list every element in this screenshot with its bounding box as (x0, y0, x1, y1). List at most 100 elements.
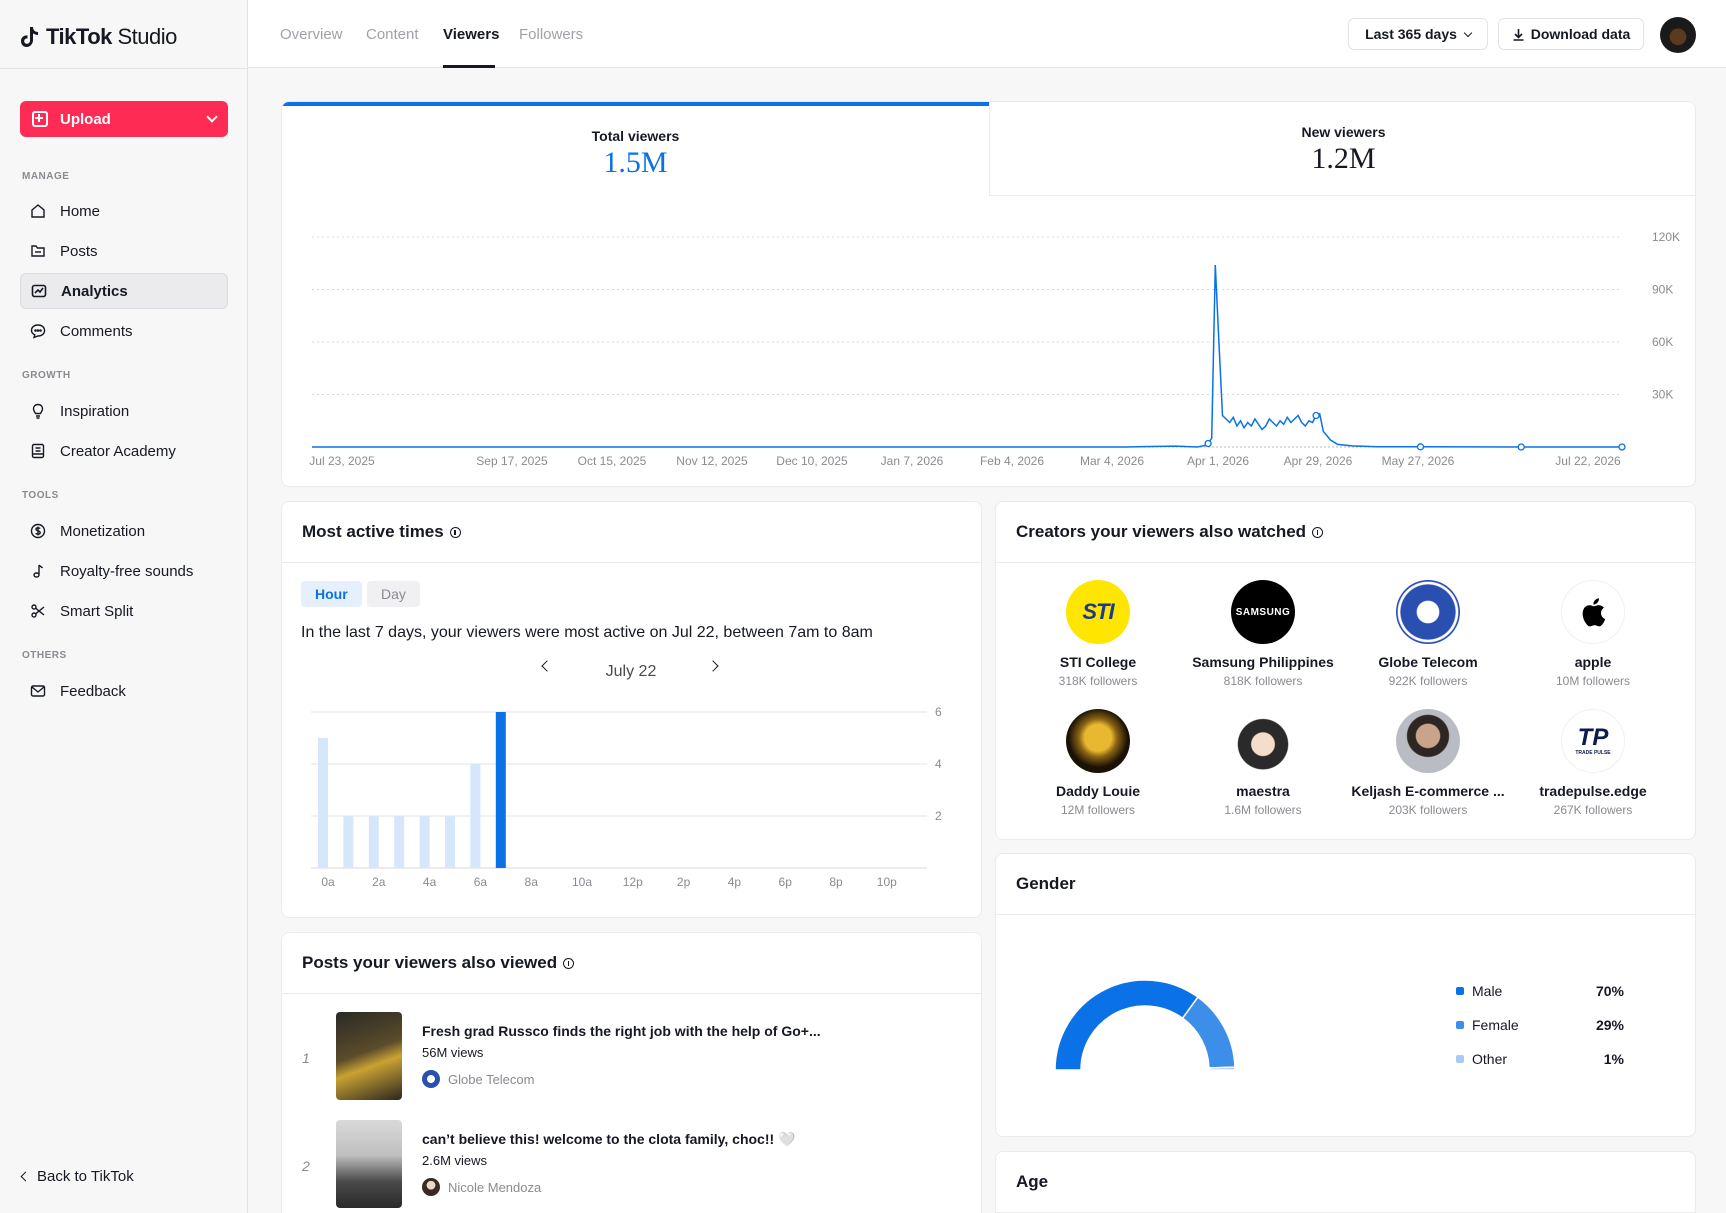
data-point (1416, 443, 1425, 451)
post-author[interactable]: Globe Telecom (448, 1072, 534, 1087)
creator-avatar[interactable]: SAMSUNG (1231, 580, 1295, 644)
upload-label: Upload (60, 110, 111, 128)
x-tick-label: 10a (572, 875, 592, 889)
author-avatar (422, 1178, 440, 1196)
back-to-tiktok-link[interactable]: Back to TikTok (20, 1168, 134, 1185)
info-icon[interactable] (1312, 526, 1324, 538)
total-viewers-label: Total viewers (591, 128, 680, 144)
creator-avatar[interactable]: STI (1066, 580, 1130, 644)
creator-followers: 922K followers (1388, 674, 1468, 688)
date-range-label: Last 365 days (1365, 26, 1457, 42)
back-label: Back to TikTok (37, 1168, 134, 1185)
creator-avatar[interactable] (1231, 709, 1295, 773)
bar (445, 816, 455, 868)
top-bar: Overview Content Viewers Followers Last … (248, 0, 1726, 68)
creator-followers: 10M followers (1555, 674, 1631, 688)
sidebar-item-label: Smart Split (60, 602, 134, 620)
sidebar-item-feedback[interactable]: Feedback (20, 673, 228, 709)
data-point (1204, 439, 1212, 448)
post-title: can’t believe this! welcome to the clota… (422, 1131, 796, 1147)
x-tick-label: 2p (677, 875, 691, 889)
posts-also-viewed-title: Posts your viewers also viewed (302, 953, 575, 973)
tab-followers[interactable]: Followers (519, 26, 583, 43)
creator-avatar[interactable] (1396, 709, 1460, 773)
most-active-times-title: Most active times (302, 522, 461, 542)
sidebar-item-smart-split[interactable]: Smart Split (20, 593, 228, 629)
x-tick-label: Dec 10, 2025 (776, 454, 848, 468)
creator-card[interactable]: Daddy Louie 12M followers (1018, 709, 1178, 817)
x-tick-label: Jul 23, 2025 (309, 454, 375, 468)
info-icon[interactable] (449, 526, 461, 538)
new-viewers-tab[interactable]: New viewers 1.2M (989, 102, 1695, 196)
list-item[interactable]: 1 Fresh grad Russco finds the right job … (280, 1012, 980, 1100)
comment-icon (30, 323, 46, 339)
bar (318, 738, 328, 868)
x-tick-label: 10p (877, 875, 897, 889)
x-tick-label: 8a (525, 875, 539, 889)
active-tab-indicator (443, 65, 495, 68)
avatar[interactable] (1660, 17, 1696, 53)
creator-card[interactable]: maestra 1.6M followers (1183, 709, 1343, 817)
creator-name: Daddy Louie (1055, 783, 1140, 799)
creator-avatar[interactable] (1066, 709, 1130, 773)
creator-avatar[interactable] (1561, 580, 1625, 644)
creator-avatar[interactable] (1396, 580, 1460, 644)
author-avatar (422, 1070, 440, 1088)
sidebar-item-analytics[interactable]: Analytics (20, 273, 228, 309)
legend-swatch (1456, 987, 1464, 995)
sidebar-item-label: Feedback (60, 682, 126, 700)
tab-viewers[interactable]: Viewers (443, 26, 499, 43)
day-pill[interactable]: Day (367, 581, 420, 607)
legend-item: Male 70% (1456, 983, 1624, 999)
sidebar-item-creator-academy[interactable]: Creator Academy (20, 433, 228, 469)
sidebar-item-home[interactable]: Home (20, 193, 228, 229)
creator-card[interactable]: TP TRADE PULSE tradepulse.edge 267K foll… (1513, 709, 1673, 817)
post-thumbnail[interactable] (336, 1120, 402, 1208)
list-item[interactable]: 2 can’t believe this! welcome to the clo… (280, 1120, 980, 1208)
sidebar-item-comments[interactable]: Comments (20, 313, 228, 349)
creator-card[interactable]: apple 10M followers (1513, 580, 1673, 688)
y-tick-label: 60K (1652, 335, 1673, 349)
card-divider (996, 562, 1695, 563)
total-viewers-tab[interactable]: Total viewers 1.5M (282, 102, 989, 194)
chevron-down-icon[interactable] (206, 111, 218, 123)
x-tick-label: Sep 17, 2025 (476, 454, 548, 468)
download-data-button[interactable]: Download data (1498, 18, 1644, 50)
x-tick-label: Jul 22, 2026 (1555, 454, 1621, 468)
sidebar-item-label: Royalty-free sounds (60, 562, 194, 580)
x-tick-label: Mar 4, 2026 (1080, 454, 1144, 468)
home-icon (30, 203, 46, 219)
creator-avatar[interactable]: TP TRADE PULSE (1561, 709, 1625, 773)
creator-card[interactable]: Keljash E-commerce ... 203K followers (1348, 709, 1508, 817)
upload-button[interactable]: Upload (20, 101, 228, 137)
tab-content[interactable]: Content (366, 26, 419, 43)
bar (419, 816, 430, 868)
sidebar-item-inspiration[interactable]: Inspiration (20, 393, 228, 429)
post-thumbnail[interactable] (336, 1012, 402, 1100)
section-label-tools: TOOLS (22, 490, 59, 501)
new-viewers-value: 1.2M (1311, 142, 1376, 175)
creator-followers: 12M followers (1060, 803, 1136, 817)
hour-pill[interactable]: Hour (301, 581, 362, 607)
sidebar-item-posts[interactable]: Posts (20, 233, 228, 269)
creator-name: Keljash E-commerce ... (1351, 783, 1505, 799)
creator-card[interactable]: Globe Telecom 922K followers (1348, 580, 1508, 688)
info-icon[interactable] (563, 957, 575, 969)
card-divider (282, 993, 981, 994)
date-range-select[interactable]: Last 365 days (1348, 18, 1488, 50)
viewers-line-chart[interactable]: 120K 90K 60K 30K Jul 23, 2025 Sep 17, 2025 Oct… (282, 212, 1696, 487)
post-index: 2 (302, 1158, 310, 1174)
gender-donut-chart[interactable] (1045, 970, 1245, 1080)
sidebar-item-royalty-free-sounds[interactable]: Royalty-free sounds (20, 553, 228, 589)
post-author[interactable]: Nicole Mendoza (448, 1180, 541, 1195)
creator-card[interactable]: SAMSUNG Samsung Philippines 818K followe… (1183, 580, 1343, 688)
y-tick-label: 6 (935, 705, 942, 719)
sidebar-item-monetization[interactable]: Monetization (20, 513, 228, 549)
legend-label: Male (1472, 983, 1503, 999)
bar (394, 816, 405, 868)
tab-overview[interactable]: Overview (280, 26, 343, 43)
creator-card[interactable]: STI STI College 318K followers (1018, 580, 1178, 688)
legend-value: 29% (1595, 1017, 1624, 1033)
active-hours-bar-chart[interactable]: 6 4 2 0a 2a 4a 6a 8a 10a 12p 2p 4p 6p 8p 10p (301, 700, 961, 896)
tiktok-studio-logo[interactable]: TikTok Studio (20, 22, 177, 52)
